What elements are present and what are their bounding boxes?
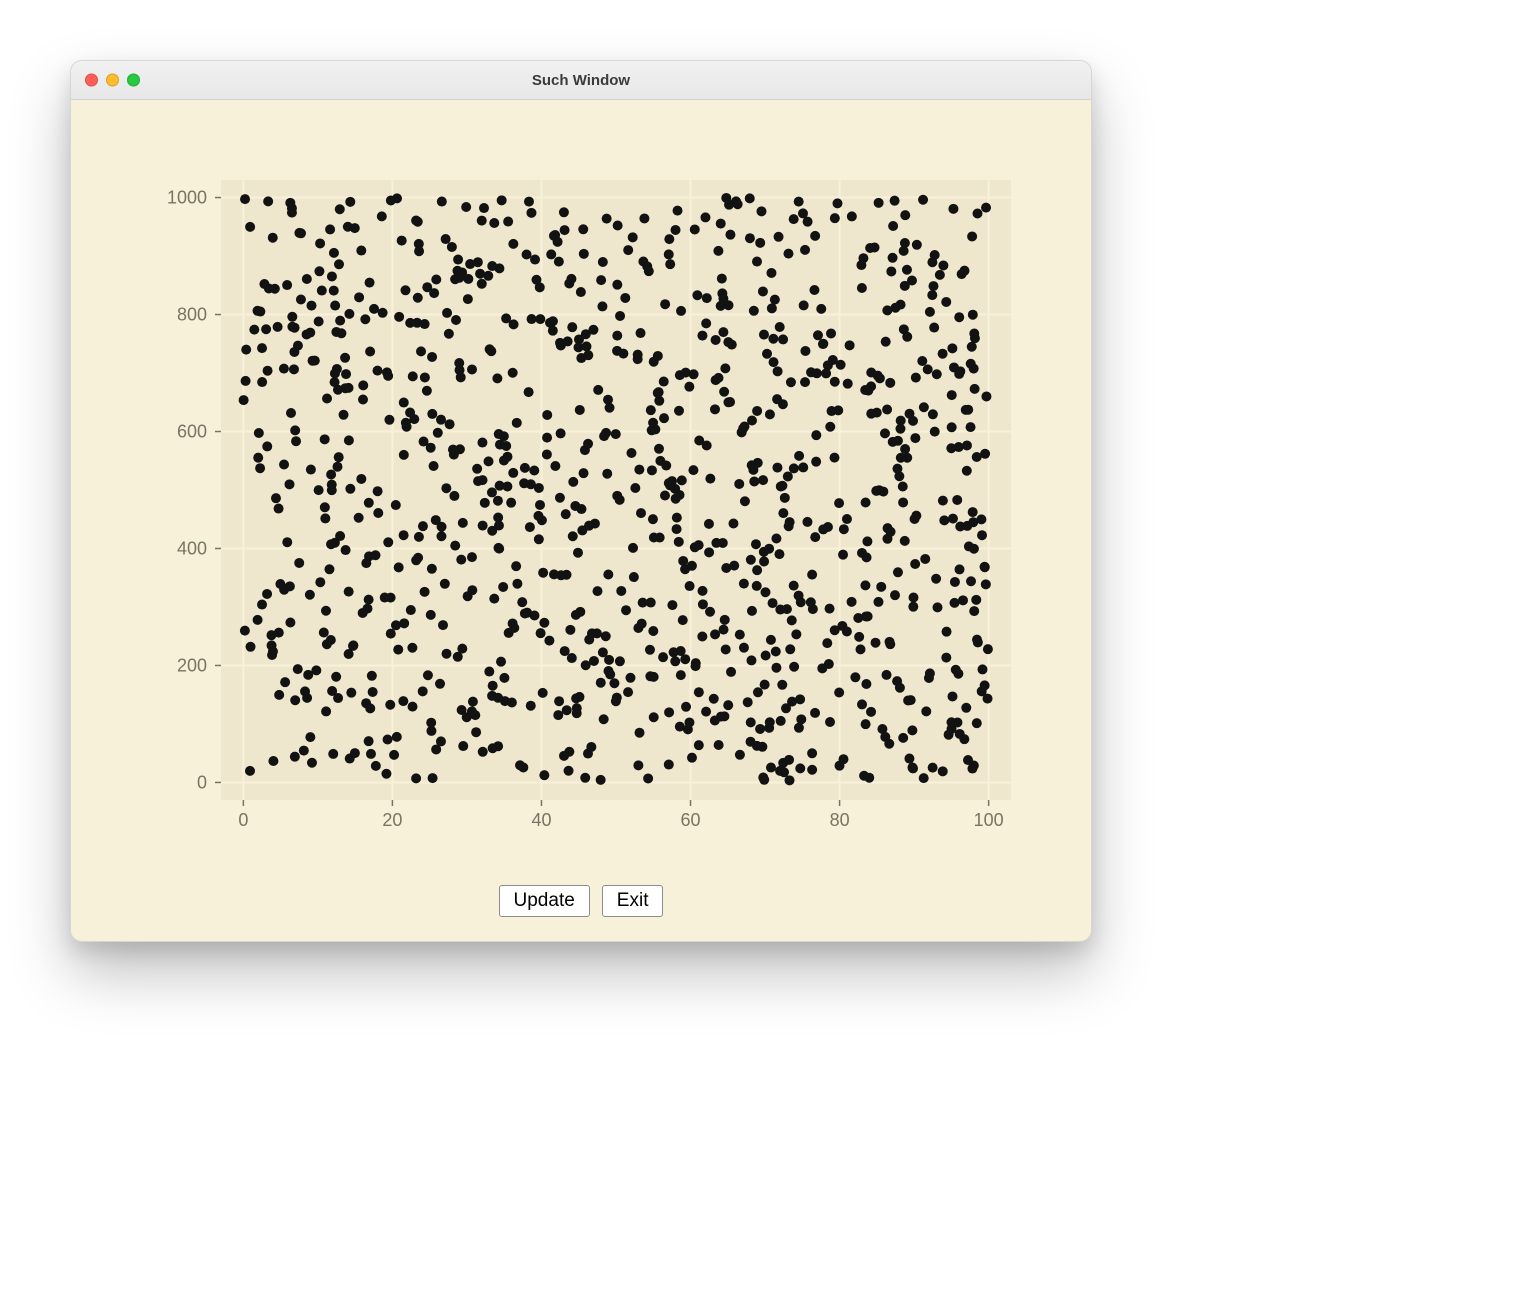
svg-text:0: 0 — [238, 810, 248, 830]
svg-text:1000: 1000 — [167, 188, 207, 208]
app-window: Such Window 0204060801000200400600800100… — [70, 60, 1092, 942]
update-button[interactable]: Update — [499, 885, 590, 917]
zoom-icon[interactable] — [127, 74, 140, 87]
svg-text:0: 0 — [197, 772, 207, 792]
window-title: Such Window — [71, 72, 1091, 89]
close-icon[interactable] — [85, 74, 98, 87]
svg-text:600: 600 — [177, 422, 207, 442]
svg-text:400: 400 — [177, 538, 207, 558]
svg-text:100: 100 — [974, 810, 1004, 830]
svg-text:20: 20 — [382, 810, 402, 830]
chart-container: 02040608010002004006008001000 — [131, 160, 1031, 860]
exit-button[interactable]: Exit — [602, 885, 664, 917]
svg-text:80: 80 — [830, 810, 850, 830]
button-bar: Update Exit — [71, 885, 1091, 917]
svg-text:800: 800 — [177, 305, 207, 325]
svg-text:200: 200 — [177, 655, 207, 675]
svg-text:40: 40 — [531, 810, 551, 830]
titlebar: Such Window — [71, 61, 1091, 100]
scatter-chart: 02040608010002004006008001000 — [131, 160, 1031, 860]
minimize-icon[interactable] — [106, 74, 119, 87]
svg-text:60: 60 — [681, 810, 701, 830]
window-content: 02040608010002004006008001000 Update Exi… — [71, 100, 1091, 942]
traffic-lights — [85, 74, 140, 87]
